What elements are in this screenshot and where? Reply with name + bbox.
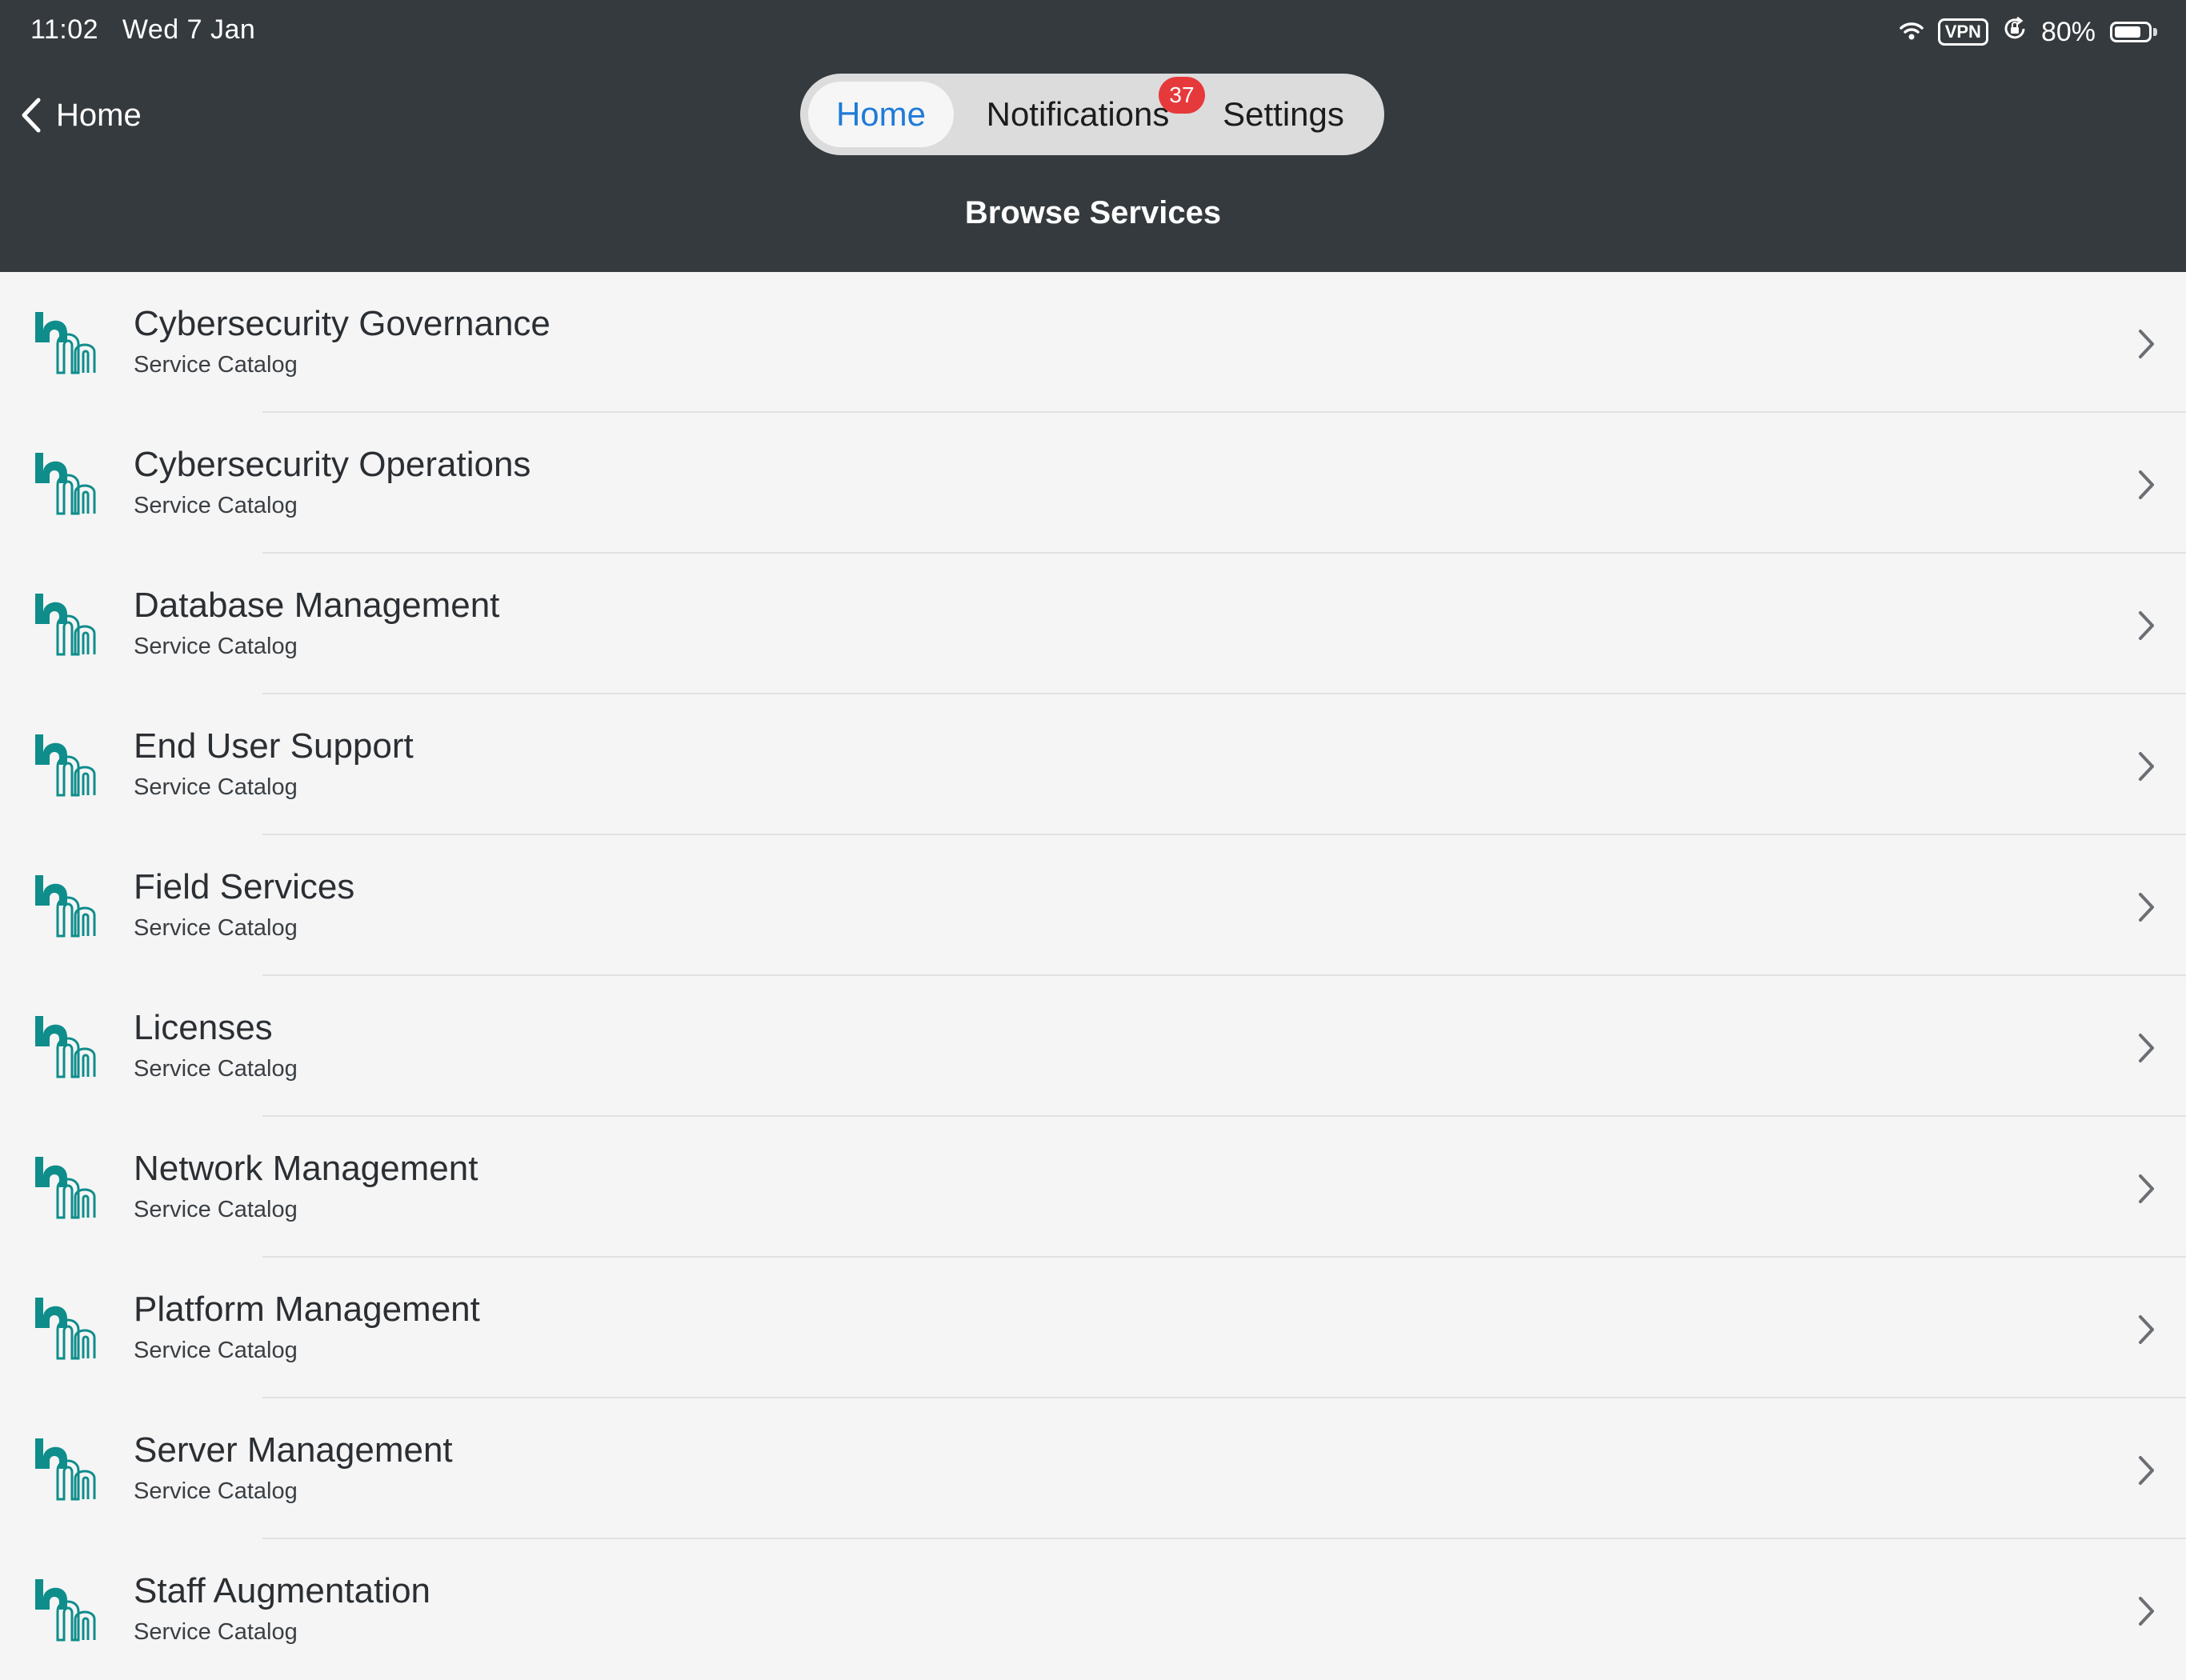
status-time: 11:02 — [30, 14, 99, 45]
list-item[interactable]: Staff Augmentation Service Catalog — [0, 1539, 2186, 1680]
chevron-right-icon — [2136, 326, 2157, 362]
list-item-title: Licenses — [134, 1008, 273, 1047]
list-item-subtitle: Service Catalog — [134, 1338, 298, 1363]
list-item-subtitle: Service Catalog — [134, 1056, 298, 1082]
list-item-title: Staff Augmentation — [134, 1571, 431, 1610]
app-logo-icon — [35, 451, 96, 515]
chevron-right-icon — [2136, 1594, 2157, 1629]
list-item-subtitle: Service Catalog — [134, 634, 298, 659]
app-logo-icon — [35, 733, 96, 797]
chevron-right-icon — [2136, 1030, 2157, 1066]
list-item[interactable]: Cybersecurity Governance Service Catalog — [0, 272, 2186, 413]
orientation-lock-icon — [2003, 16, 2027, 48]
app-logo-icon — [35, 1155, 96, 1219]
chevron-left-icon — [22, 98, 41, 133]
back-button[interactable]: Home — [21, 90, 142, 141]
header: 11:02 Wed 7 Jan VPN 80% Home Home Notifi… — [0, 0, 2186, 272]
status-date: Wed 7 Jan — [122, 14, 256, 45]
chevron-right-icon — [2136, 467, 2157, 502]
list-item-subtitle: Service Catalog — [134, 1478, 298, 1504]
list-item[interactable]: Field Services Service Catalog — [0, 835, 2186, 976]
chevron-right-icon — [2136, 1312, 2157, 1347]
page-title: Browse Services — [964, 195, 1222, 230]
list-item[interactable]: Database Management Service Catalog — [0, 554, 2186, 694]
status-indicators: VPN 80% — [1899, 14, 2157, 50]
status-time-date: 11:02 Wed 7 Jan — [30, 14, 255, 46]
chevron-right-icon — [2136, 608, 2157, 643]
list-item[interactable]: Server Management Service Catalog — [0, 1398, 2186, 1539]
services-list: Cybersecurity Governance Service Catalog… — [0, 272, 2186, 1680]
list-item[interactable]: Licenses Service Catalog — [0, 976, 2186, 1117]
app-logo-icon — [35, 1578, 96, 1642]
back-button-label: Home — [56, 97, 142, 133]
list-item-subtitle: Service Catalog — [134, 1197, 298, 1222]
vpn-badge: VPN — [1937, 18, 1988, 46]
list-item-subtitle: Service Catalog — [134, 915, 298, 941]
chevron-right-icon — [2136, 1453, 2157, 1488]
tab-notifications[interactable]: Notifications — [978, 82, 1178, 147]
tab-settings[interactable]: Settings — [1203, 82, 1363, 147]
wifi-icon — [1899, 17, 1924, 48]
list-item-title: Field Services — [134, 867, 355, 906]
list-item[interactable]: End User Support Service Catalog — [0, 694, 2186, 835]
app-logo-icon — [35, 874, 96, 938]
chevron-right-icon — [2136, 890, 2157, 925]
app-logo-icon — [35, 1296, 96, 1360]
list-item-title: End User Support — [134, 726, 414, 766]
app-logo-icon — [35, 310, 96, 374]
list-item-subtitle: Service Catalog — [134, 1619, 298, 1645]
battery-level — [2115, 26, 2140, 38]
battery-icon — [2110, 22, 2157, 42]
list-item-title: Network Management — [134, 1149, 478, 1188]
list-item-subtitle: Service Catalog — [134, 352, 298, 378]
list-item[interactable]: Cybersecurity Operations Service Catalog — [0, 413, 2186, 554]
list-item-title: Cybersecurity Governance — [134, 304, 551, 343]
list-item-subtitle: Service Catalog — [134, 493, 298, 518]
list-item-title: Server Management — [134, 1430, 453, 1470]
list-item-title: Database Management — [134, 586, 500, 625]
list-item-title: Platform Management — [134, 1290, 480, 1329]
chevron-right-icon — [2136, 1171, 2157, 1206]
tab-control: Home Notifications 37 Settings — [800, 74, 1384, 155]
battery-percent: 80% — [2040, 16, 2096, 47]
app-logo-icon — [35, 1437, 96, 1501]
list-item[interactable]: Platform Management Service Catalog — [0, 1258, 2186, 1398]
list-item-subtitle: Service Catalog — [134, 774, 298, 800]
app-logo-icon — [35, 1014, 96, 1078]
status-bar: 11:02 Wed 7 Jan VPN 80% — [0, 0, 2186, 64]
notifications-badge: 37 — [1159, 77, 1205, 114]
list-item-title: Cybersecurity Operations — [134, 445, 531, 484]
app-logo-icon — [35, 592, 96, 656]
list-item[interactable]: Network Management Service Catalog — [0, 1117, 2186, 1258]
tab-home[interactable]: Home — [808, 82, 954, 147]
chevron-right-icon — [2136, 749, 2157, 784]
